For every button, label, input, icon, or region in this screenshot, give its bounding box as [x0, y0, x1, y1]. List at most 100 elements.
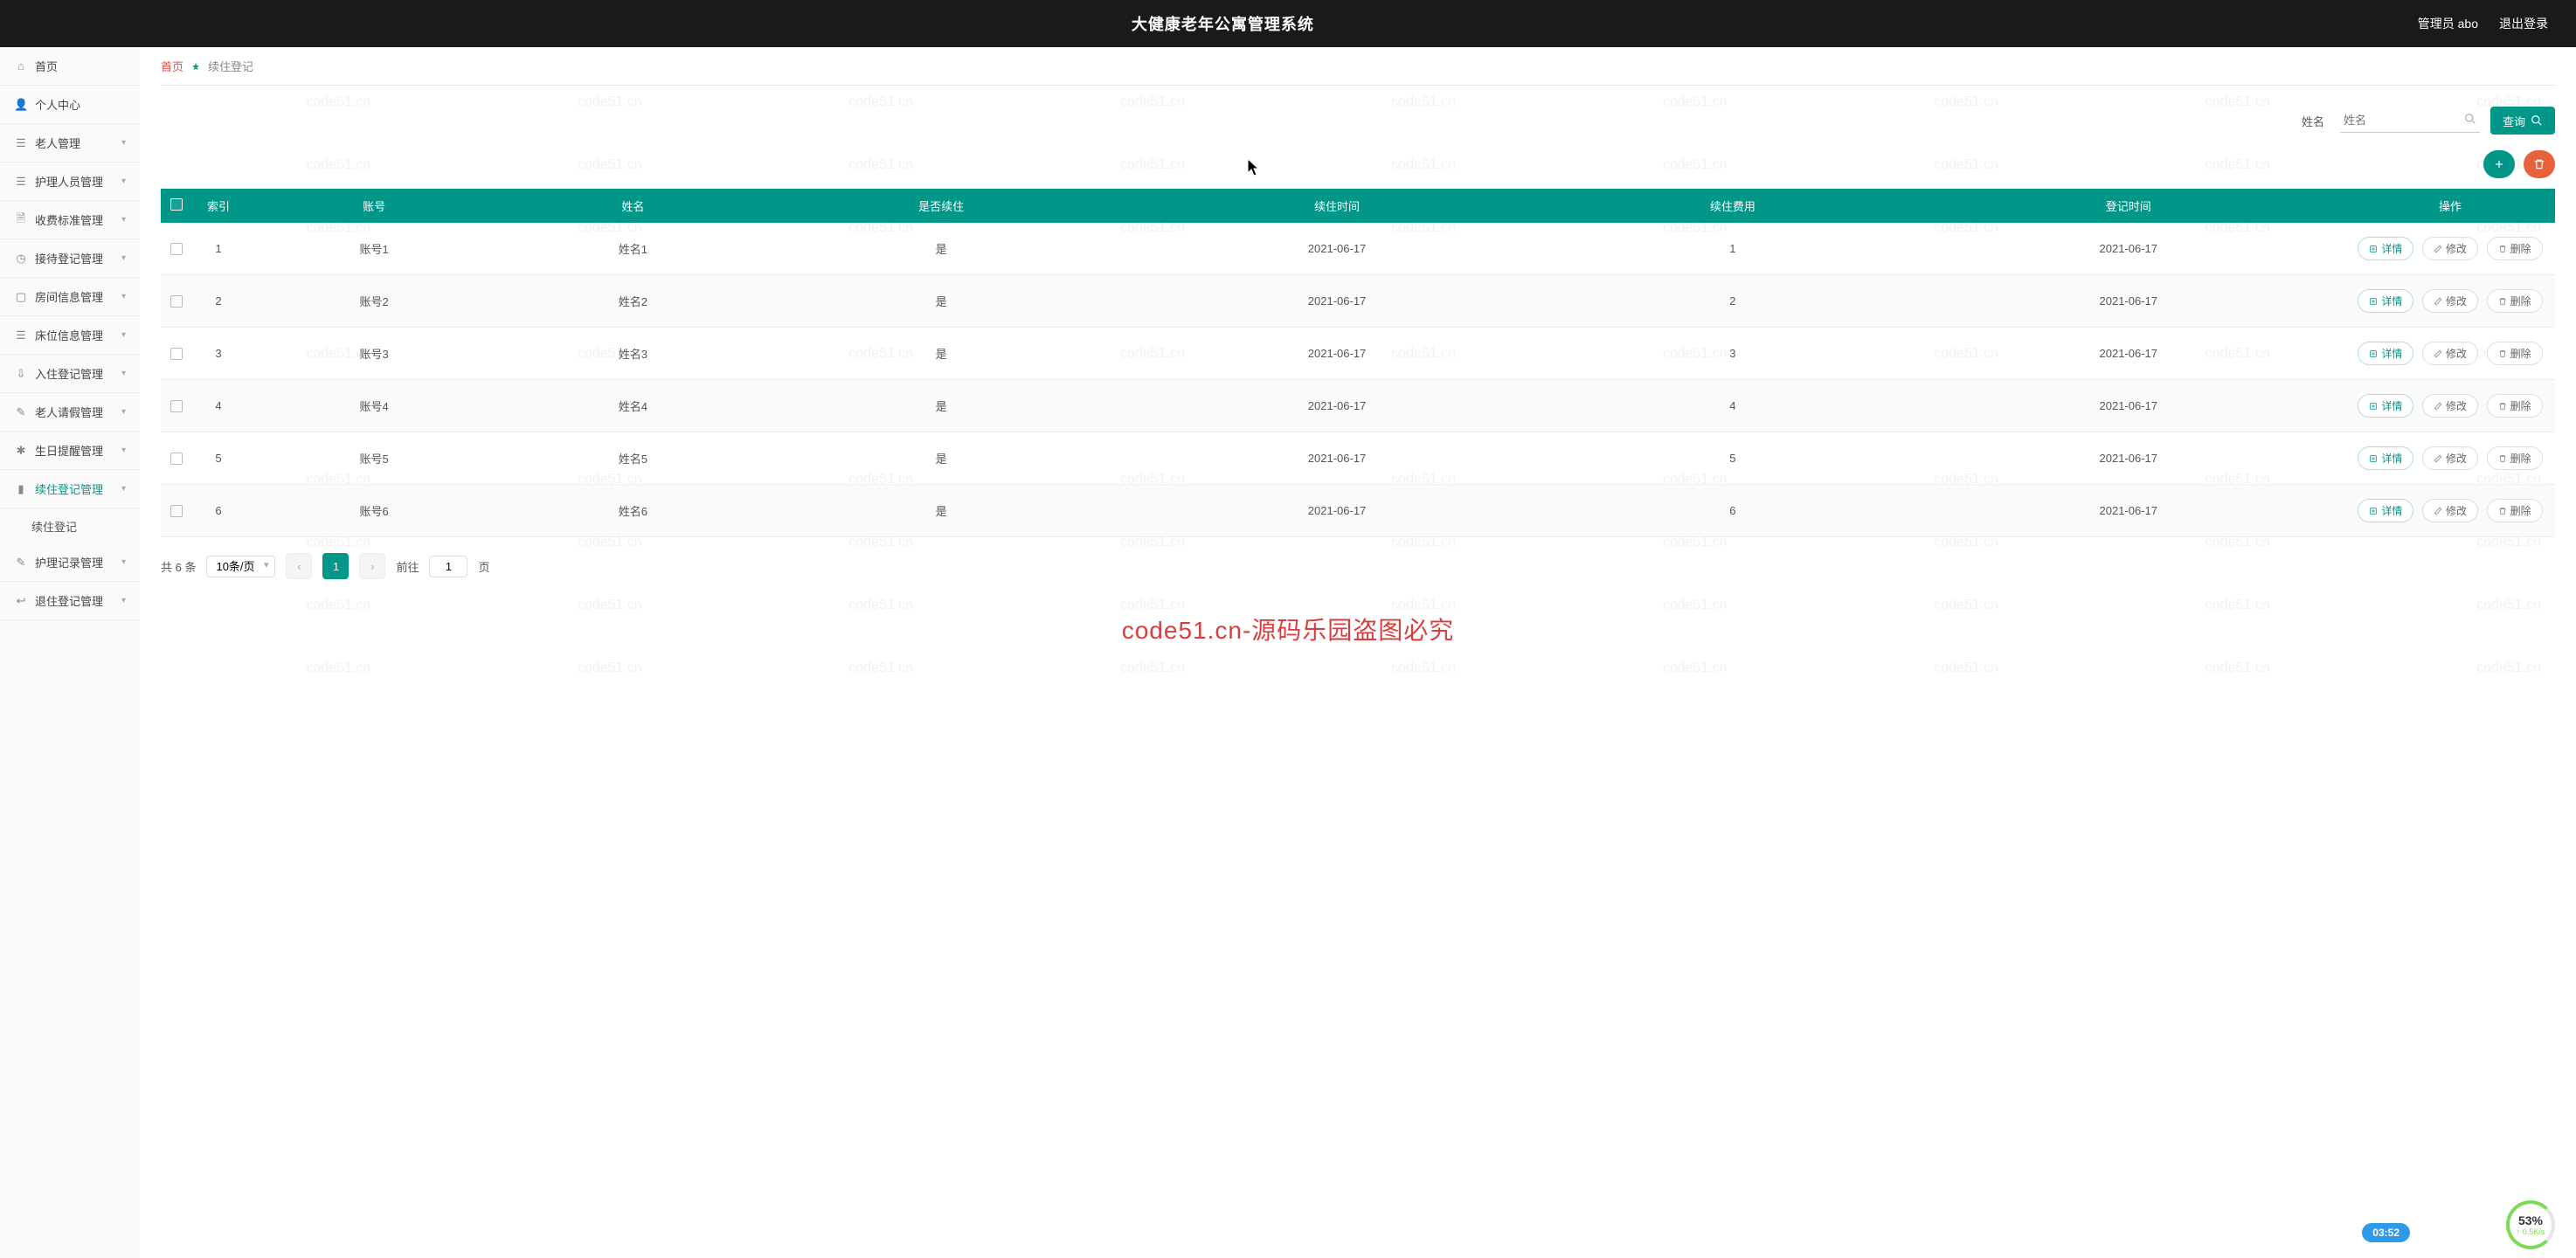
- sidebar-subitem[interactable]: 续住登记: [0, 508, 140, 543]
- detail-button[interactable]: 详情: [2358, 289, 2413, 313]
- search-label: 姓名: [2302, 113, 2324, 129]
- pagination-goto-prefix: 前往: [396, 558, 419, 575]
- sidebar-item-11[interactable]: ▮ 续住登记管理 ▾: [0, 470, 140, 508]
- row-fee: 1: [1554, 223, 1911, 275]
- col-header-checkbox[interactable]: [161, 189, 192, 223]
- data-table: 索引 账号 姓名 是否续住 续住时间 续住费用 登记时间 操作 1 账号1 姓名…: [161, 189, 2555, 537]
- sidebar-item-3[interactable]: ☰ 护理人员管理 ▾: [0, 162, 140, 201]
- delete-button[interactable]: 删除: [2487, 289, 2543, 313]
- row-reg-time: 2021-06-17: [1912, 275, 2345, 328]
- search-button-icon: [2531, 114, 2543, 127]
- row-checkbox-cell[interactable]: [161, 275, 192, 328]
- table-row: 3 账号3 姓名3 是 2021-06-17 3 2021-06-17 详情 修…: [161, 328, 2555, 380]
- pagination-page-1[interactable]: 1: [322, 553, 349, 579]
- row-reg-time: 2021-06-17: [1912, 432, 2345, 485]
- pagination-goto-input[interactable]: [429, 556, 467, 577]
- row-account: 账号4: [245, 380, 503, 432]
- edit-button[interactable]: 修改: [2422, 289, 2478, 313]
- row-renew-time: 2021-06-17: [1120, 275, 1554, 328]
- sidebar-item-9[interactable]: ✎ 老人请假管理 ▾: [0, 393, 140, 432]
- batch-delete-button[interactable]: [2524, 150, 2555, 178]
- row-checkbox-cell[interactable]: [161, 432, 192, 485]
- row-account: 账号6: [245, 485, 503, 537]
- search-input[interactable]: [2340, 108, 2480, 132]
- sidebar-item-5[interactable]: ◷ 接待登记管理 ▾: [0, 239, 140, 278]
- row-checkbox-cell[interactable]: [161, 328, 192, 380]
- row-checkbox-cell[interactable]: [161, 380, 192, 432]
- delete-button[interactable]: 删除: [2487, 446, 2543, 470]
- edit-button[interactable]: 修改: [2422, 237, 2478, 260]
- detail-icon: [2369, 402, 2378, 411]
- chevron-down-icon: ▾: [121, 292, 126, 301]
- edit-icon: [2434, 402, 2442, 411]
- sidebar-item-1[interactable]: 👤 个人中心: [0, 86, 140, 124]
- edit-button[interactable]: 修改: [2422, 499, 2478, 522]
- app-header: 大健康老年公寓管理系统 管理员 abo 退出登录: [0, 0, 2576, 47]
- sidebar-item-2[interactable]: ☰ 老人管理 ▾: [0, 124, 140, 162]
- recording-time-badge: 03:52: [2362, 1223, 2410, 1242]
- add-button[interactable]: [2483, 150, 2515, 178]
- row-name: 姓名3: [503, 328, 762, 380]
- row-fee: 5: [1554, 432, 1911, 485]
- detail-button[interactable]: 详情: [2358, 237, 2413, 260]
- pagination-next[interactable]: ›: [359, 553, 385, 579]
- col-header-account: 账号: [245, 189, 503, 223]
- sidebar-item-13[interactable]: ↩ 退住登记管理 ▾: [0, 582, 140, 620]
- detail-button[interactable]: 详情: [2358, 342, 2413, 365]
- trash-icon: [2498, 297, 2507, 306]
- row-checkbox-cell[interactable]: [161, 485, 192, 537]
- sidebar-item-12[interactable]: ✎ 护理记录管理 ▾: [0, 543, 140, 582]
- edit-icon: [2434, 349, 2442, 358]
- sidebar-icon: ↩: [14, 594, 28, 608]
- col-header-index: 索引: [192, 189, 245, 223]
- search-bar: 姓名 查询: [161, 86, 2555, 145]
- sidebar-item-label: 床位信息管理: [35, 327, 103, 343]
- pagination-goto-suffix: 页: [478, 558, 489, 575]
- breadcrumb-home[interactable]: 首页: [161, 58, 184, 74]
- sidebar-icon: ▮: [14, 482, 28, 496]
- row-renew-time: 2021-06-17: [1120, 223, 1554, 275]
- edit-icon: [2434, 245, 2442, 253]
- table-row: 4 账号4 姓名4 是 2021-06-17 4 2021-06-17 详情 修…: [161, 380, 2555, 432]
- sidebar-item-7[interactable]: ☰ 床位信息管理 ▾: [0, 316, 140, 355]
- plus-icon: [2493, 158, 2505, 170]
- row-fee: 2: [1554, 275, 1911, 328]
- pagination-prev[interactable]: ‹: [286, 553, 312, 579]
- row-renew-time: 2021-06-17: [1120, 380, 1554, 432]
- sidebar-item-8[interactable]: ⇩ 入住登记管理 ▾: [0, 355, 140, 393]
- sidebar-item-label: 房间信息管理: [35, 288, 103, 305]
- admin-label[interactable]: 管理员 abo: [2418, 15, 2478, 32]
- detail-button[interactable]: 详情: [2358, 394, 2413, 418]
- row-reg-time: 2021-06-17: [1912, 485, 2345, 537]
- delete-button[interactable]: 删除: [2487, 237, 2543, 260]
- edit-icon: [2434, 454, 2442, 463]
- row-renew: 是: [763, 432, 1120, 485]
- sidebar-item-label: 接待登记管理: [35, 250, 103, 266]
- logout-link[interactable]: 退出登录: [2499, 15, 2548, 32]
- search-icon: [2464, 113, 2476, 128]
- sidebar-item-label: 护理人员管理: [35, 173, 103, 190]
- sidebar-item-6[interactable]: ▢ 房间信息管理 ▾: [0, 278, 140, 316]
- delete-button[interactable]: 删除: [2487, 342, 2543, 365]
- trash-icon: [2498, 454, 2507, 463]
- row-checkbox-cell[interactable]: [161, 223, 192, 275]
- delete-button[interactable]: 删除: [2487, 499, 2543, 522]
- search-button[interactable]: 查询: [2490, 107, 2555, 135]
- sidebar-item-0[interactable]: ⌂ 首页: [0, 47, 140, 86]
- sidebar-icon: 🗎: [14, 211, 28, 230]
- sidebar-item-label: 生日提醒管理: [35, 442, 103, 459]
- sidebar-item-10[interactable]: ✱ 生日提醒管理 ▾: [0, 432, 140, 470]
- chevron-down-icon: ▾: [121, 484, 126, 494]
- sidebar-item-4[interactable]: 🗎 收费标准管理 ▾: [0, 201, 140, 239]
- edit-button[interactable]: 修改: [2422, 446, 2478, 470]
- row-renew-time: 2021-06-17: [1120, 328, 1554, 380]
- sidebar-icon: ◷: [14, 252, 28, 266]
- detail-button[interactable]: 详情: [2358, 446, 2413, 470]
- perf-percent: 53%: [2518, 1213, 2543, 1227]
- delete-button[interactable]: 删除: [2487, 394, 2543, 418]
- detail-button[interactable]: 详情: [2358, 499, 2413, 522]
- pagination-total: 共 6 条: [161, 558, 196, 575]
- edit-button[interactable]: 修改: [2422, 342, 2478, 365]
- pagination-page-size[interactable]: 10条/页: [206, 556, 275, 577]
- edit-button[interactable]: 修改: [2422, 394, 2478, 418]
